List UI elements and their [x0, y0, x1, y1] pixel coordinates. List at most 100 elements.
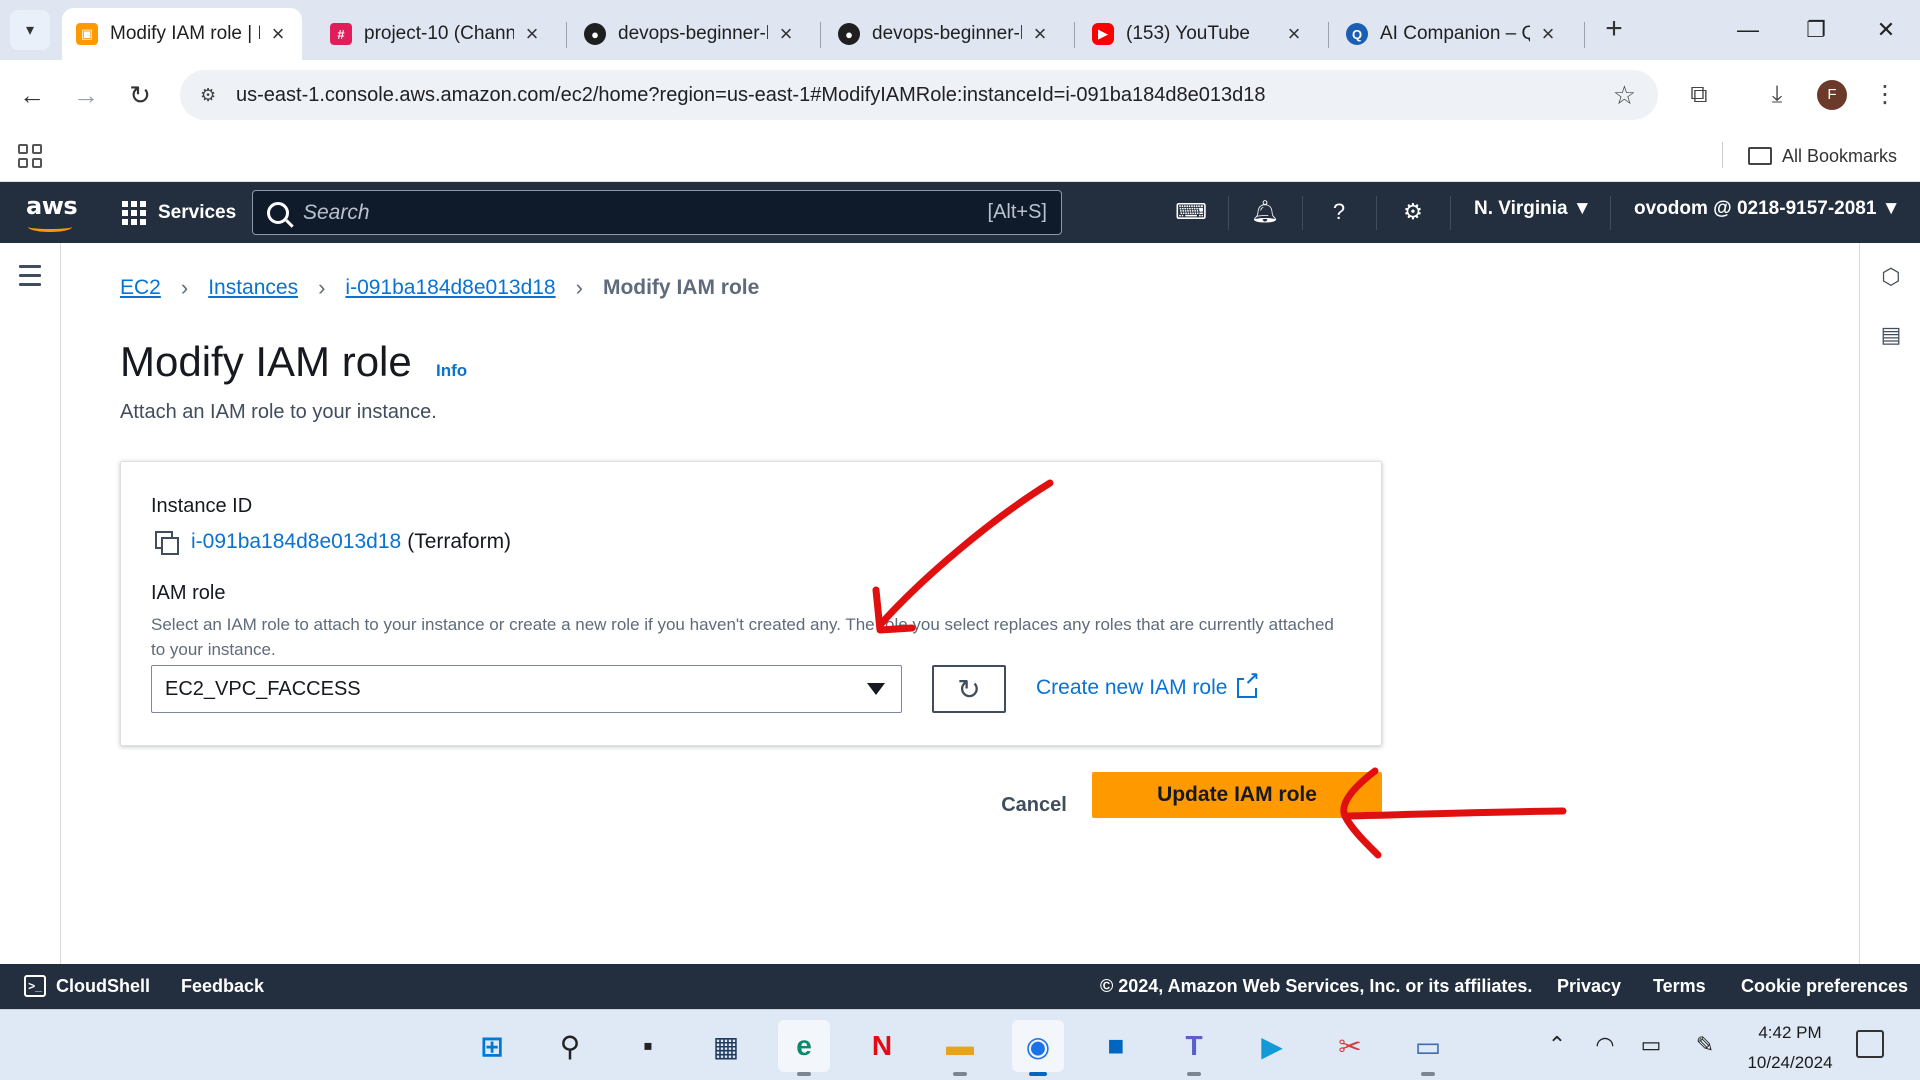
microsoft-store-icon[interactable]: ■ [1090, 1020, 1142, 1072]
close-icon[interactable]: × [522, 21, 542, 47]
profile-avatar[interactable]: F [1817, 80, 1847, 110]
edge-browser-icon[interactable]: e [778, 1020, 830, 1076]
tab-modify-iam-role[interactable]: ▣ Modify IAM role | E × [62, 8, 302, 60]
close-icon[interactable]: × [776, 21, 796, 47]
nav-divider [1376, 196, 1377, 230]
help-panel-icon[interactable]: ⬡ [1877, 263, 1905, 291]
aws-logo[interactable]: aws [26, 192, 78, 232]
feedback-panel-icon[interactable]: ▤ [1877, 321, 1905, 349]
page-title: Modify IAM role [120, 338, 412, 385]
breadcrumb-ec2-link[interactable]: EC2 [120, 276, 161, 300]
breadcrumb-instances-link[interactable]: Instances [208, 276, 298, 300]
task-view-icon[interactable]: ▪ [622, 1020, 674, 1072]
chrome-browser-icon[interactable]: ◉ [1012, 1020, 1064, 1076]
iam-role-select[interactable]: EC2_VPC_FACCESS [151, 665, 902, 713]
tab-title: project-10 (Channe [364, 23, 514, 44]
privacy-link[interactable]: Privacy [1557, 976, 1621, 997]
cloudshell-button[interactable]: >_ CloudShell [24, 975, 150, 997]
help-icon[interactable]: ? [1323, 197, 1355, 229]
address-bar[interactable]: ⚙ us-east-1.console.aws.amazon.com/ec2/h… [180, 70, 1658, 120]
close-icon[interactable]: × [268, 21, 288, 47]
file-explorer-icon[interactable]: ▬ [934, 1020, 986, 1076]
notification-center-icon[interactable] [1856, 1030, 1884, 1058]
reload-icon[interactable]: ↻ [122, 77, 158, 113]
all-bookmarks-button[interactable]: All Bookmarks [1748, 142, 1897, 170]
back-arrow-icon[interactable]: ← [14, 77, 50, 113]
tab-github-2[interactable]: ● devops-beginner-l × [824, 8, 1064, 60]
tab-github-1[interactable]: ● devops-beginner-l × [570, 8, 810, 60]
extensions-icon[interactable]: ⧉ [1682, 78, 1716, 112]
youtube-favicon-icon: ▶ [1092, 23, 1114, 45]
cloudshell-label: CloudShell [56, 975, 150, 996]
download-icon[interactable]: ⤓ [1760, 78, 1794, 112]
search-input[interactable] [303, 200, 943, 225]
notifications-bell-icon[interactable]: 🔔︎ [1249, 197, 1281, 229]
close-icon[interactable]: × [1030, 21, 1050, 47]
new-tab-button[interactable]: + [1598, 14, 1630, 46]
teams-icon[interactable]: T [1168, 1020, 1220, 1076]
minimize-icon[interactable]: — [1728, 12, 1768, 48]
close-icon[interactable]: × [1538, 21, 1558, 47]
remote-desktop-icon[interactable]: ▭ [1402, 1020, 1454, 1076]
prime-video-icon[interactable]: ▶ [1246, 1020, 1298, 1072]
site-info-icon[interactable]: ⚙ [200, 85, 226, 106]
search-taskbar-icon[interactable]: ⚲ [544, 1020, 596, 1072]
region-selector[interactable]: N. Virginia ▼ [1474, 198, 1592, 220]
widgets-icon[interactable]: ▦ [700, 1020, 752, 1072]
netflix-icon[interactable]: N [856, 1020, 908, 1072]
tab-youtube[interactable]: ▶ (153) YouTube × [1078, 8, 1318, 60]
settings-gear-icon[interactable]: ⚙ [1397, 197, 1429, 229]
nav-divider [1302, 196, 1303, 230]
tab-divider [1584, 22, 1585, 48]
copy-icon[interactable] [155, 531, 179, 555]
nav-divider [1228, 196, 1229, 230]
tab-title: Modify IAM role | E [110, 23, 260, 44]
browser-menu-icon[interactable]: ⋮ [1868, 78, 1902, 112]
wifi-icon[interactable]: ◠ [1590, 1030, 1620, 1060]
instance-id-label: Instance ID [151, 495, 253, 517]
battery-icon[interactable]: ▭ [1636, 1030, 1666, 1060]
system-clock[interactable]: 4:42 PM 10/24/2024 [1730, 1018, 1850, 1078]
active-indicator [1029, 1072, 1047, 1076]
tab-title: devops-beginner-l [872, 23, 1022, 44]
chevron-up-icon[interactable]: ⌃ [1542, 1030, 1572, 1060]
cloudshell-terminal-icon: >_ [24, 975, 46, 997]
hamburger-menu-icon[interactable] [19, 265, 41, 292]
create-new-iam-role-link[interactable]: Create new IAM role [1036, 670, 1260, 700]
create-role-label: Create new IAM role [1036, 676, 1228, 699]
aws-search-box[interactable]: [Alt+S] [252, 190, 1062, 235]
running-indicator [953, 1072, 967, 1076]
apps-grid-icon[interactable] [18, 144, 42, 168]
cookie-preferences-link[interactable]: Cookie preferences [1741, 976, 1908, 997]
url-text[interactable]: us-east-1.console.aws.amazon.com/ec2/hom… [236, 84, 1266, 107]
main-content: EC2 › Instances › i-091ba184d8e013d18 › … [61, 243, 1859, 964]
instance-id-link[interactable]: i-091ba184d8e013d18 [191, 530, 401, 554]
forward-arrow-icon[interactable]: → [68, 77, 104, 113]
tools-rail: ⬡ ▤ [1859, 243, 1920, 964]
cancel-button[interactable]: Cancel [979, 783, 1089, 827]
instance-id-value: i-091ba184d8e013d18 (Terraform) [155, 530, 511, 555]
info-link[interactable]: Info [436, 361, 467, 381]
windows-start-icon[interactable]: ⊞ [466, 1020, 518, 1072]
restore-icon[interactable]: ❐ [1796, 12, 1836, 48]
snipping-tool-icon[interactable]: ✂ [1324, 1020, 1376, 1072]
selected-role-value: EC2_VPC_FACCESS [165, 677, 361, 700]
update-iam-role-button[interactable]: Update IAM role [1092, 772, 1382, 818]
tab-search-dropdown-icon[interactable]: ▾ [10, 10, 50, 50]
cloudshell-icon[interactable]: ⌨ [1175, 197, 1207, 229]
terms-link[interactable]: Terms [1653, 976, 1706, 997]
close-icon[interactable]: × [1284, 21, 1304, 47]
tab-ai-companion[interactable]: Q AI Companion – Q × [1332, 8, 1572, 60]
breadcrumb-instance-link[interactable]: i-091ba184d8e013d18 [345, 276, 555, 300]
feedback-link[interactable]: Feedback [181, 976, 264, 997]
refresh-roles-button[interactable]: ↻ [932, 665, 1006, 713]
tab-title: AI Companion – Q [1380, 23, 1530, 44]
account-menu[interactable]: ovodom @ 0218-9157-2081 ▼ [1634, 198, 1901, 220]
services-menu-button[interactable]: Services [122, 196, 236, 230]
pen-icon[interactable]: ✎ [1690, 1030, 1720, 1060]
bookmark-star-icon[interactable]: ☆ [1613, 80, 1636, 111]
copyright-text: © 2024, Amazon Web Services, Inc. or its… [1100, 976, 1533, 996]
window-close-icon[interactable]: ✕ [1866, 12, 1906, 48]
breadcrumb: EC2 › Instances › i-091ba184d8e013d18 › … [120, 275, 759, 301]
tab-slack-project[interactable]: # project-10 (Channe × [316, 8, 556, 60]
